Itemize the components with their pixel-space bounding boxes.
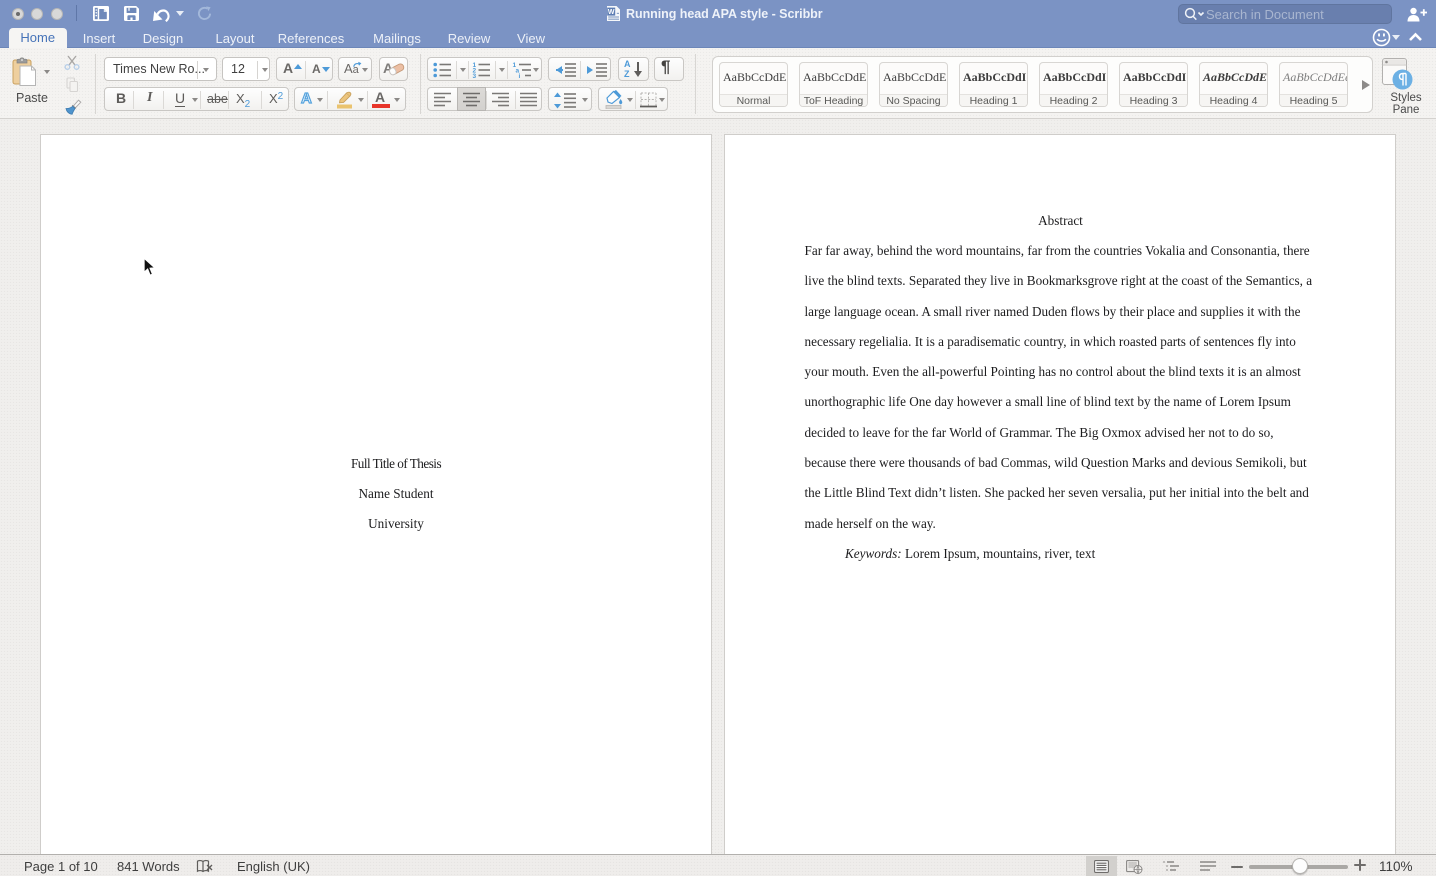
svg-text:3: 3 [473,72,477,77]
svg-text:W: W [608,9,615,16]
svg-text:i: i [518,72,520,77]
